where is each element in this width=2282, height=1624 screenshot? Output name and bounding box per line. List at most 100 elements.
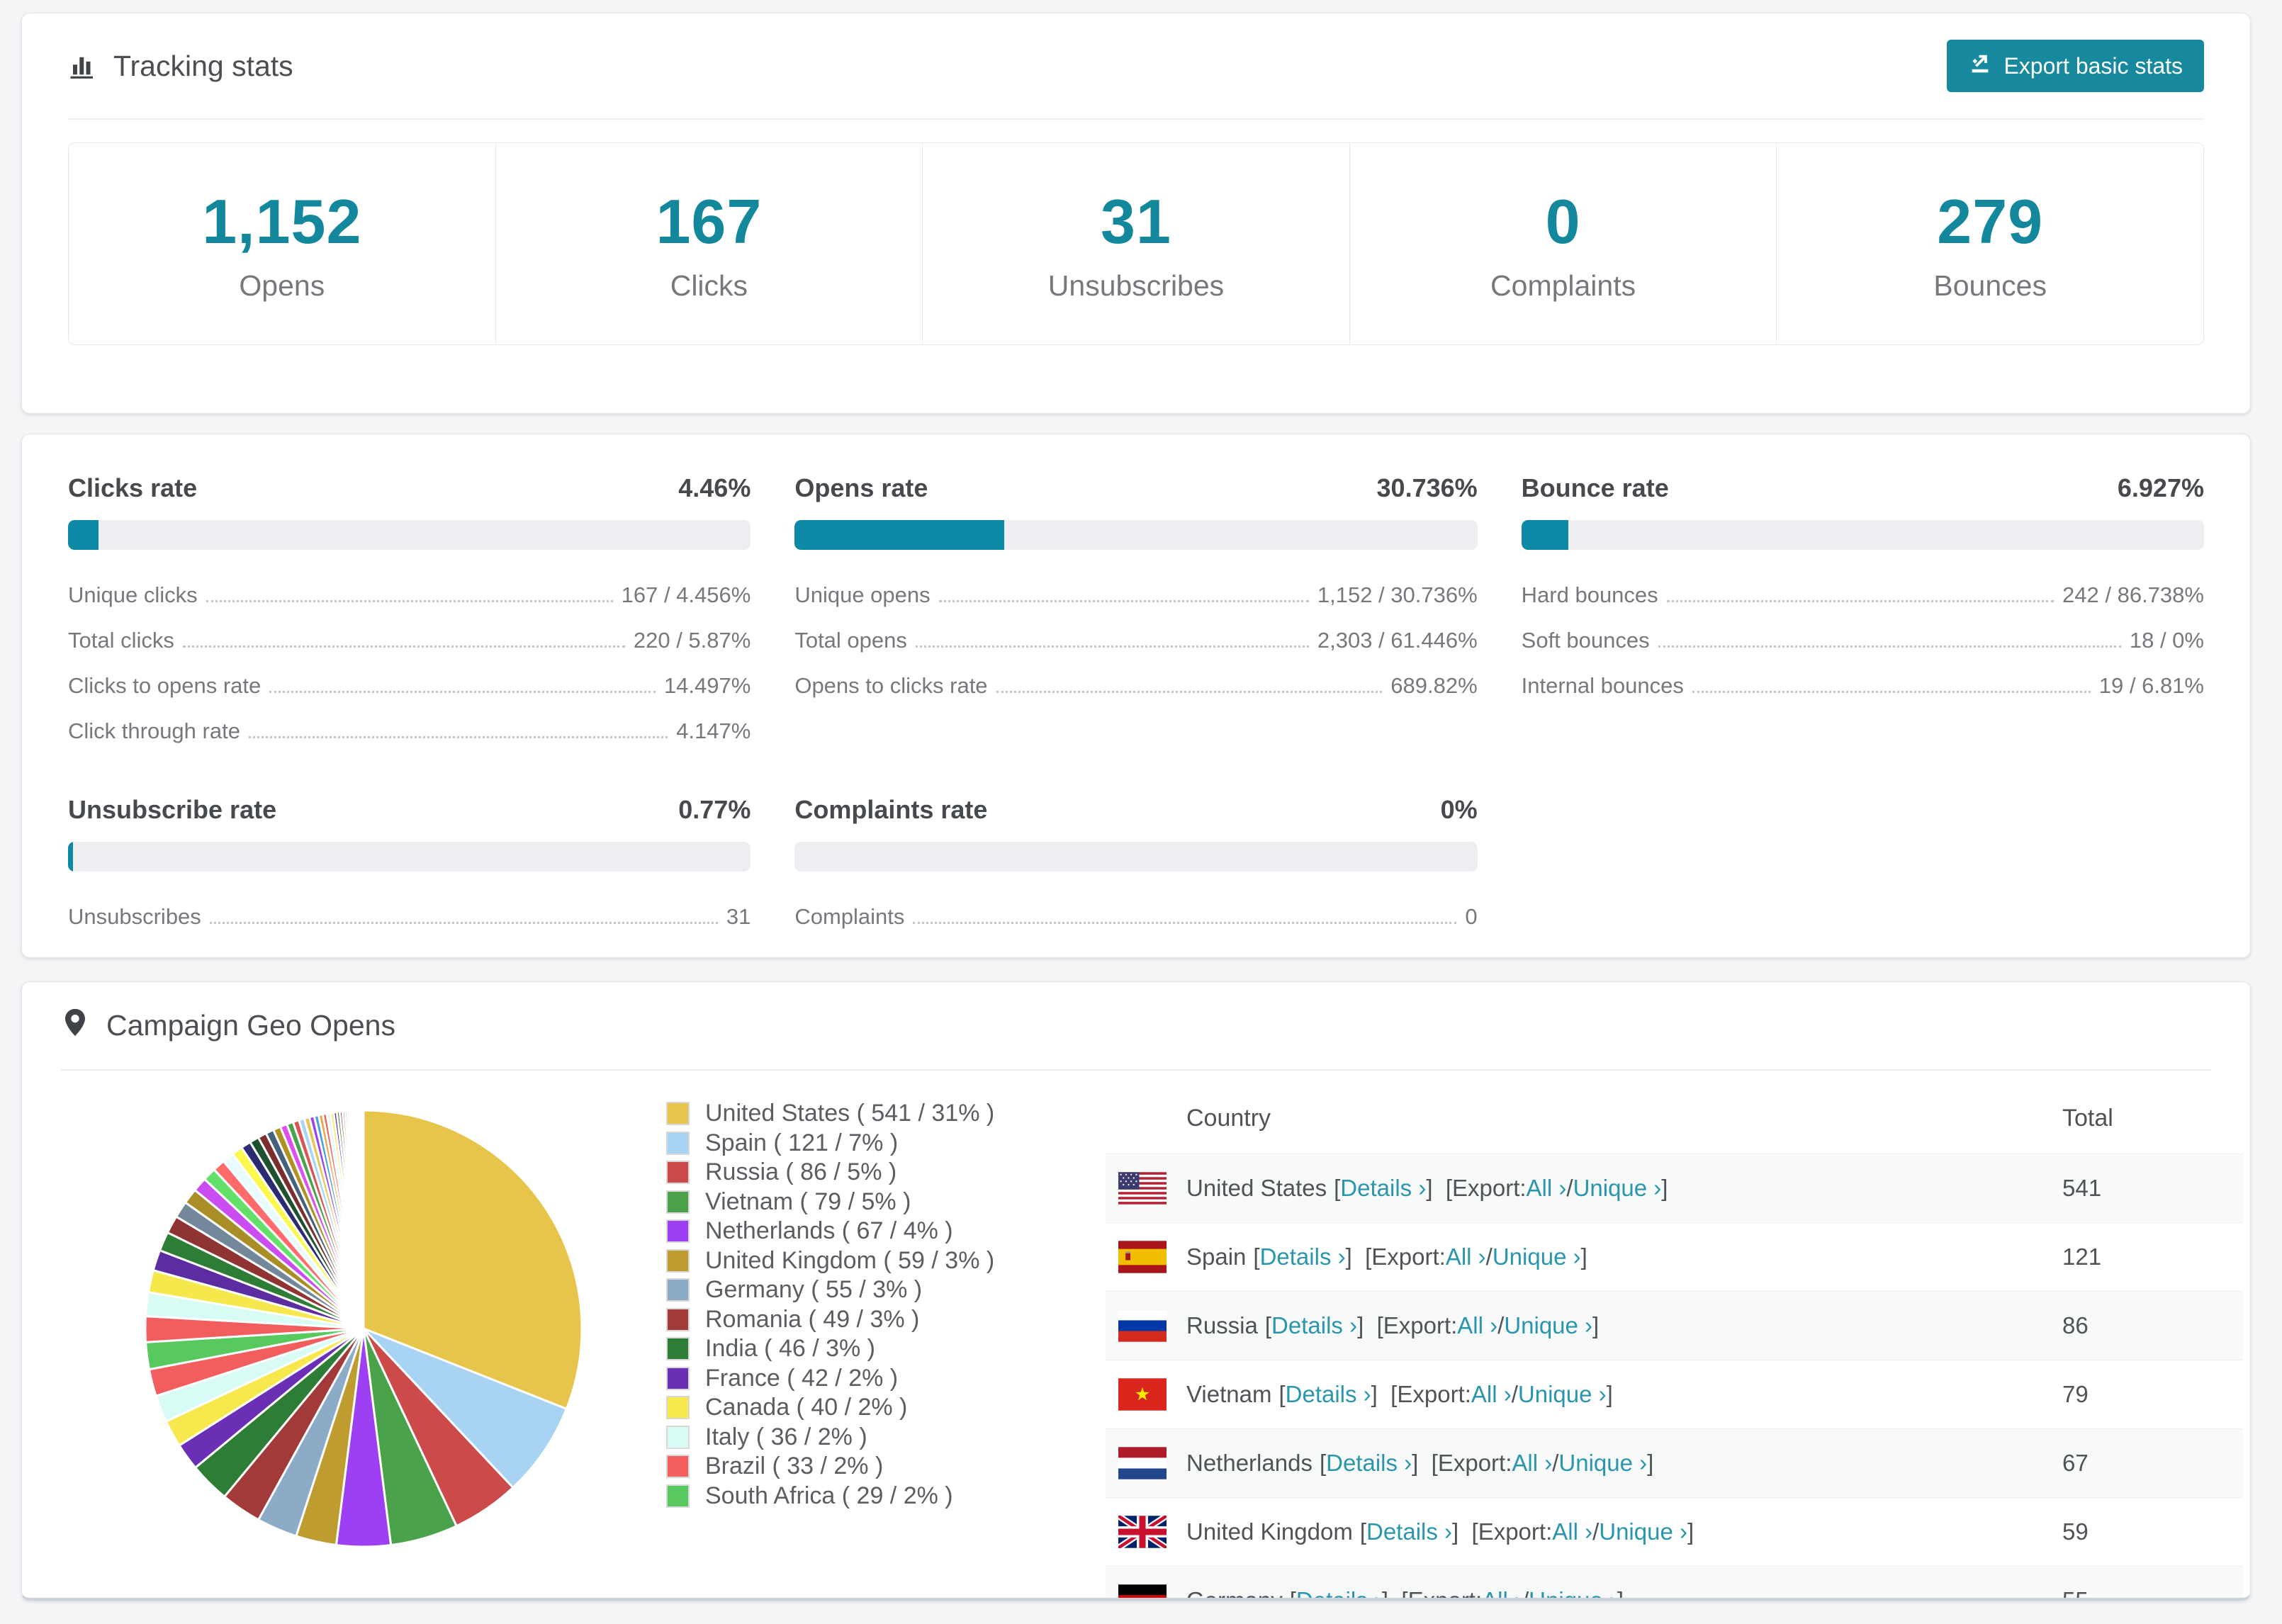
page-title-text: Tracking stats: [113, 49, 293, 82]
detail-value: 31: [726, 904, 751, 929]
export-unique-link[interactable]: Unique ›: [1529, 1587, 1617, 1598]
country-name: United States: [1186, 1175, 1327, 1201]
campaign-geo-opens-card: Campaign Geo Opens United States ( 541 /…: [21, 981, 2251, 1601]
legend-label: Spain ( 121 / 7% ): [705, 1129, 899, 1156]
stat-value: 31: [1101, 186, 1171, 256]
dotted-leader: [1666, 600, 2055, 602]
geo-pie-chart: [135, 1100, 592, 1560]
stat-detail-row: Click through rate 4.147%: [68, 709, 751, 754]
gb-flag-icon: [1118, 1516, 1167, 1548]
ru-flag-icon: [1118, 1309, 1167, 1342]
dotted-leader: [182, 645, 625, 648]
dotted-leader: [209, 922, 718, 924]
detail-label: Unsubscribes: [68, 904, 201, 929]
tracking-stats-card: Tracking stats Export basic stats 1,152 O…: [21, 13, 2251, 414]
export-all-link[interactable]: All ›: [1457, 1312, 1497, 1339]
legend-swatch: [666, 1484, 690, 1508]
detail-label: Complaints: [794, 904, 905, 929]
export-icon: [1968, 51, 1992, 81]
bar-chart-icon: [68, 51, 98, 81]
country-name: Spain: [1186, 1244, 1247, 1270]
export-basic-stats-button[interactable]: Export basic stats: [1947, 40, 2204, 92]
legend-label: Vietnam ( 79 / 5% ): [705, 1188, 911, 1215]
export-unique-link[interactable]: Unique ›: [1504, 1312, 1592, 1339]
legend-item-united-states: United States ( 541 / 31% ): [666, 1099, 999, 1129]
export-unique-link[interactable]: Unique ›: [1573, 1175, 1662, 1202]
country-cell: Russia[Details ›] [Export: All › / Uniqu…: [1106, 1309, 2062, 1342]
details-link[interactable]: Details ›: [1340, 1175, 1426, 1202]
legend-label: Italy ( 36 / 2% ): [705, 1423, 867, 1450]
stat-detail-row: Clicks to opens rate 14.497%: [68, 663, 751, 709]
export-all-link[interactable]: All ›: [1512, 1450, 1552, 1477]
table-row: Vietnam[Details ›] [Export: All › / Uniq…: [1106, 1360, 2243, 1429]
table-row: United States[Details ›] [Export: All › …: [1106, 1154, 2243, 1223]
detail-value: 167 / 4.456%: [621, 582, 751, 607]
legend-label: India ( 46 / 3% ): [705, 1335, 876, 1363]
campaign-geo-opens-title: Campaign Geo Opens: [106, 1009, 395, 1042]
rates-grid: Clicks rate 4.46% Unique clicks 167 / 4.456…: [68, 473, 2204, 940]
rate-value: 6.927%: [2117, 473, 2204, 502]
legend-label: United Kingdom ( 59 / 3% ): [705, 1246, 995, 1274]
stat-label: Opens: [239, 269, 325, 302]
stat-value: 279: [1937, 186, 2044, 256]
country-total: 59: [2062, 1497, 2243, 1567]
legend-swatch: [666, 1307, 690, 1331]
detail-label: Unique opens: [794, 582, 931, 607]
stat-detail-row: Soft bounces 18 / 0%: [1522, 618, 2204, 663]
export-unique-link[interactable]: Unique ›: [1518, 1381, 1607, 1408]
detail-label: Hard bounces: [1521, 582, 1658, 607]
stat-value: 1,152: [202, 186, 362, 256]
country-name: Netherlands: [1186, 1450, 1313, 1476]
legend-swatch: [666, 1248, 690, 1273]
details-link[interactable]: Details ›: [1296, 1587, 1382, 1598]
rate-panel-bounce-rate: Bounce rate 6.927% Hard bounces 242 / 86.73…: [1521, 473, 2204, 754]
dotted-leader: [269, 691, 656, 693]
legend-item-germany: Germany ( 55 / 3% ): [666, 1275, 999, 1305]
rate-panel-opens-rate: Opens rate 30.736% Unique opens 1,152 / 30.…: [794, 473, 1478, 754]
stat-label: Clicks: [670, 269, 748, 302]
country-total: 86: [2062, 1291, 2243, 1360]
detail-value: 220 / 5.87%: [633, 628, 751, 653]
export-all-link[interactable]: All ›: [1446, 1244, 1486, 1270]
geo-content: United States ( 541 / 31% ) Spain ( 121 /…: [22, 1071, 2250, 1598]
details-link[interactable]: Details ›: [1271, 1312, 1357, 1339]
legend-swatch: [666, 1455, 690, 1479]
export-all-link[interactable]: All ›: [1552, 1518, 1592, 1545]
stat-detail-row: Total opens 2,303 / 61.446%: [794, 618, 1477, 663]
legend-swatch: [666, 1425, 690, 1449]
export-all-link[interactable]: All ›: [1471, 1381, 1512, 1408]
legend-item-united-kingdom: United Kingdom ( 59 / 3% ): [666, 1246, 999, 1276]
export-all-link[interactable]: All ›: [1482, 1587, 1522, 1598]
export-unique-link[interactable]: Unique ›: [1599, 1518, 1687, 1545]
geo-table: Country Total United States[Details ›] […: [1106, 1081, 2243, 1598]
details-link[interactable]: Details ›: [1366, 1518, 1452, 1545]
us-flag-icon: [1118, 1172, 1167, 1205]
legend-swatch: [666, 1278, 690, 1302]
legend-label: Germany ( 55 / 3% ): [705, 1276, 923, 1304]
export-unique-link[interactable]: Unique ›: [1493, 1244, 1581, 1270]
table-row: Russia[Details ›] [Export: All › / Uniqu…: [1106, 1291, 2243, 1360]
geo-table-wrap: Country Total United States[Details ›] […: [1106, 1081, 2243, 1598]
legend-label: Canada ( 40 / 2% ): [705, 1394, 908, 1421]
progress-bar: [1521, 520, 2204, 550]
country-name: Vietnam: [1186, 1381, 1272, 1407]
total-column-header: Total: [2062, 1105, 2113, 1132]
export-all-link[interactable]: All ›: [1527, 1175, 1567, 1202]
geo-table-header-row: Country Total: [1106, 1081, 2243, 1154]
legend-label: Romania ( 49 / 3% ): [705, 1305, 920, 1333]
rate-panel-complaints-rate: Complaints rate 0% Complaints 0: [794, 795, 1478, 940]
details-link[interactable]: Details ›: [1260, 1244, 1346, 1270]
export-unique-link[interactable]: Unique ›: [1558, 1450, 1647, 1477]
details-link[interactable]: Details ›: [1286, 1381, 1371, 1408]
legend-swatch: [666, 1337, 690, 1361]
progress-bar-fill: [1521, 520, 1569, 550]
detail-label: Total clicks: [68, 628, 174, 653]
stat-detail-row: Total clicks 220 / 5.87%: [68, 618, 751, 663]
dotted-leader: [913, 922, 1457, 924]
country-total: 121: [2062, 1222, 2243, 1292]
country-cell: Germany[Details ›] [Export: All › / Uniq…: [1106, 1584, 2062, 1598]
stat-value: 0: [1545, 186, 1581, 256]
rate-value: 0%: [1440, 795, 1478, 824]
campaign-geo-opens-header: Campaign Geo Opens: [61, 982, 2211, 1071]
details-link[interactable]: Details ›: [1326, 1450, 1412, 1477]
